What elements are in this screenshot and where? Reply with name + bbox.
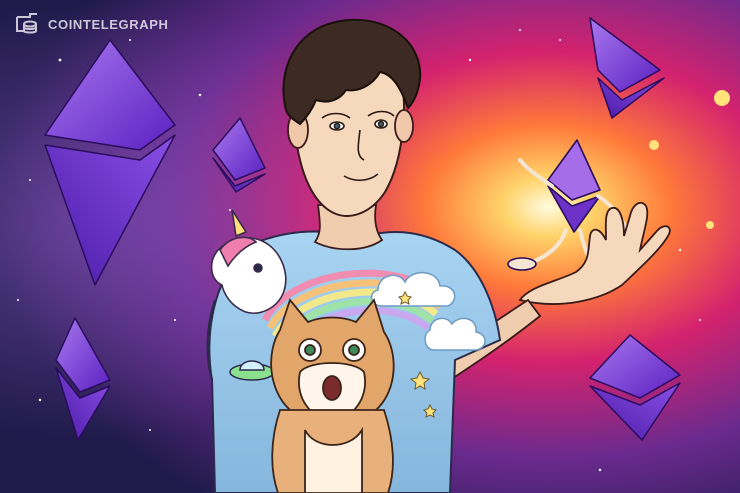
brand-name: COINTELEGRAPH [48,16,169,32]
cat [270,298,395,493]
cointelegraph-logo-icon [16,13,37,34]
cartoon-scene [0,0,740,493]
cointelegraph-watermark: COINTELEGRAPH [12,9,168,39]
illustration: COINTELEGRAPH [0,0,740,493]
ear [394,109,414,143]
